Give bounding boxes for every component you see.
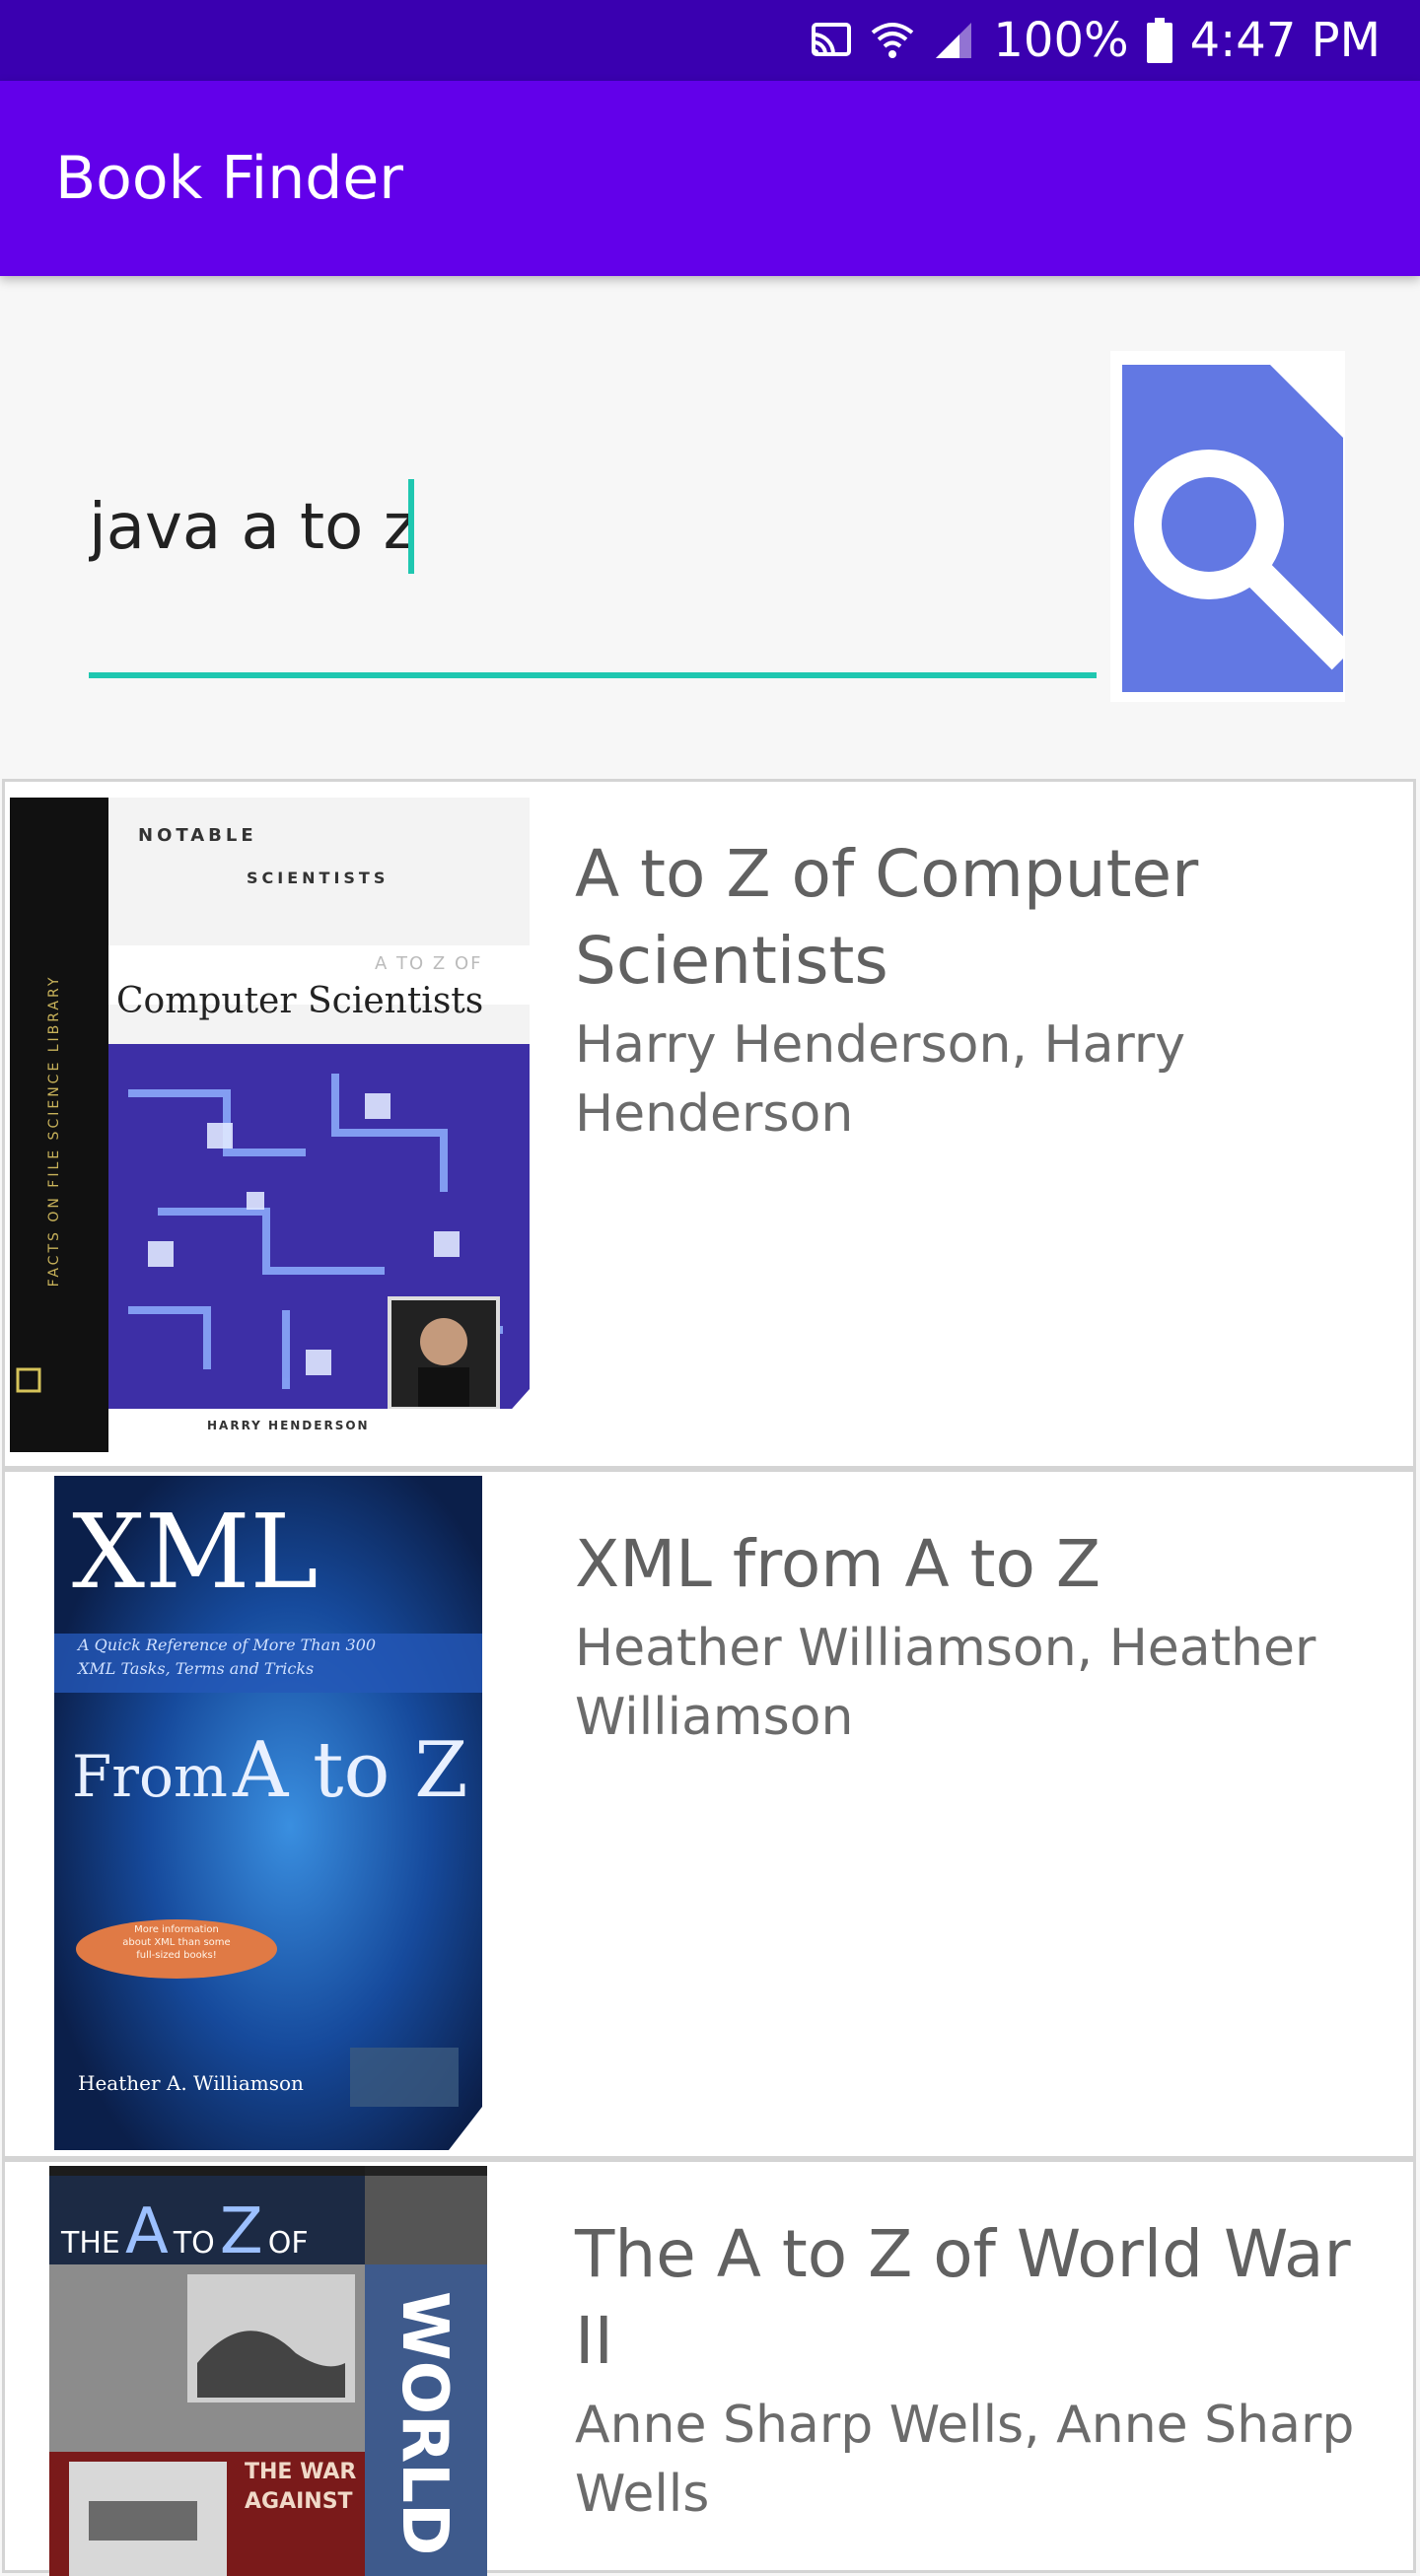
cover-author: Heather A. Williamson xyxy=(78,2071,304,2095)
battery-percent: 100% xyxy=(993,13,1129,68)
cover-z: Z xyxy=(219,2195,263,2268)
app-title: Book Finder xyxy=(55,144,403,213)
cover-series-title: THE A TO Z OF xyxy=(61,2195,309,2268)
cover-badge: More information about XML than some ful… xyxy=(76,1923,277,1962)
cast-icon xyxy=(810,21,853,60)
book-authors: Anne Sharp Wells, Anne Sharp Wells xyxy=(575,2396,1355,2524)
book-authors: Harry Henderson, Harry Henderson xyxy=(575,1015,1186,1144)
clock: 4:47 PM xyxy=(1189,13,1381,68)
book-title: The A to Z of World War II xyxy=(575,2216,1351,2379)
search-button[interactable] xyxy=(1110,351,1345,702)
book-cover: THE A TO Z OF WORLD THE WAR AGAINST xyxy=(49,2166,487,2576)
book-authors: Heather Williamson, Heather Williamson xyxy=(575,1619,1316,1747)
cover-banner-2: AGAINST xyxy=(245,2489,353,2514)
cover-series-bottom: SCIENTISTS xyxy=(247,869,390,887)
app-bar: Book Finder xyxy=(0,81,1420,276)
cover-author: HARRY HENDERSON xyxy=(207,1419,370,1432)
cover-title: Computer Scientists xyxy=(116,981,484,1021)
cover-tagline-1: A Quick Reference of More Than 300 xyxy=(78,1636,377,1654)
cover-badge-line-3: full-sized books! xyxy=(136,1950,217,1961)
cover-subtitle: A TO Z OF xyxy=(375,953,483,974)
cover-banner-1: THE WAR xyxy=(245,2460,357,2484)
cover-spine: WORLD xyxy=(388,2291,461,2556)
book-cover: NOTABLE SCIENTISTS A TO Z OF Computer Sc… xyxy=(10,798,530,1452)
search-document-icon xyxy=(1122,365,1345,692)
status-icons: 100% 4:47 PM xyxy=(810,0,1381,81)
search-input[interactable] xyxy=(89,463,1095,592)
cover-badge-line-1: More information xyxy=(134,1924,219,1935)
cover-from: From xyxy=(72,1743,228,1810)
cover-to: TO xyxy=(173,2226,215,2261)
cover-of: OF xyxy=(267,2226,309,2261)
cover-heading: XML xyxy=(72,1492,319,1612)
book-cover: XML A Quick Reference of More Than 300 X… xyxy=(54,1476,482,2150)
cover-main-title: From A to Z xyxy=(72,1726,467,1815)
text-cursor xyxy=(408,479,414,574)
cover-spine: FACTS ON FILE SCIENCE LIBRARY xyxy=(46,974,62,1288)
list-item[interactable]: NOTABLE SCIENTISTS A TO Z OF Computer Sc… xyxy=(2,779,1416,1469)
book-title: XML from A to Z xyxy=(575,1526,1101,1602)
status-bar: 100% 4:47 PM xyxy=(0,0,1420,81)
wifi-icon xyxy=(871,19,914,62)
list-item[interactable]: THE A TO Z OF WORLD THE WAR AGAINST The … xyxy=(2,2159,1416,2576)
book-title: A to Z of Computer Scientists xyxy=(575,836,1199,999)
search-input-underline xyxy=(89,672,1097,678)
list-item[interactable]: XML A Quick Reference of More Than 300 X… xyxy=(2,1469,1416,2159)
cover-a: A xyxy=(124,2195,169,2268)
cover-series-top: NOTABLE xyxy=(138,825,257,846)
signal-icon xyxy=(932,19,975,62)
cover-badge-line-2: about XML than some xyxy=(122,1937,231,1948)
battery-icon xyxy=(1146,18,1172,63)
cover-a-to-z: A to Z xyxy=(232,1726,468,1815)
cover-the: THE xyxy=(61,2226,120,2261)
cover-tagline-2: XML Tasks, Terms and Tricks xyxy=(78,1659,315,1678)
